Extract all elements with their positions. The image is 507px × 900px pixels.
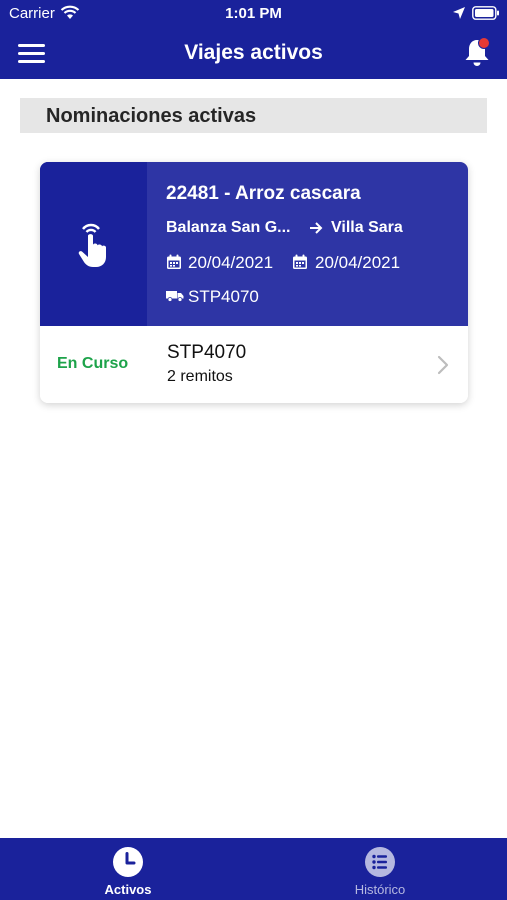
tab-activos[interactable]: Activos (48, 838, 208, 900)
navigation-bar: Viajes activos (0, 28, 507, 79)
trip-end-date: 20/04/2021 (315, 253, 401, 272)
page-title: Viajes activos (184, 41, 323, 64)
status-bar: Carrier 1:01 PM (0, 0, 507, 28)
tab-activos-label: Activos (104, 882, 152, 897)
location-arrow-icon (453, 7, 465, 19)
arrow-right-icon (310, 222, 323, 234)
trip-card-footer: En Curso STP4070 2 remitos (40, 326, 468, 403)
trip-start-date: 20/04/2021 (188, 253, 274, 272)
section-title: Nominaciones activas (46, 105, 257, 127)
list-icon (365, 847, 395, 877)
status-label: En Curso (57, 355, 129, 372)
trip-plate: STP4070 (188, 287, 259, 306)
trip-card-icon-panel (40, 162, 147, 326)
top-bar: Carrier 1:01 PM Viajes activos (0, 0, 507, 79)
remitos-count: 2 remitos (167, 368, 233, 385)
trip-card[interactable]: 22481 - Arroz cascara Balanza San G... V… (40, 162, 468, 403)
truck-icon (166, 291, 184, 302)
status-time: 1:01 PM (225, 5, 282, 22)
calendar-icon (167, 254, 181, 269)
calendar-icon (293, 254, 307, 269)
notification-badge (478, 37, 490, 49)
trip-card-header: 22481 - Arroz cascara Balanza San G... V… (40, 162, 468, 326)
vehicle-plate: STP4070 (167, 342, 247, 363)
tap-hand-icon (78, 223, 106, 267)
notifications-button[interactable] (460, 36, 496, 70)
trip-destination: Villa Sara (331, 219, 403, 236)
trip-origin: Balanza San G... (166, 219, 291, 236)
section-header: Nominaciones activas (20, 98, 487, 133)
tab-historico[interactable]: Histórico (300, 838, 460, 900)
clock-icon (113, 847, 143, 877)
bottom-tab-bar: Activos Histórico (0, 838, 507, 900)
trip-title: 22481 - Arroz cascara (166, 183, 361, 204)
battery-icon (472, 6, 499, 20)
chevron-right-icon[interactable] (437, 355, 449, 375)
tab-historico-label: Histórico (354, 882, 406, 897)
